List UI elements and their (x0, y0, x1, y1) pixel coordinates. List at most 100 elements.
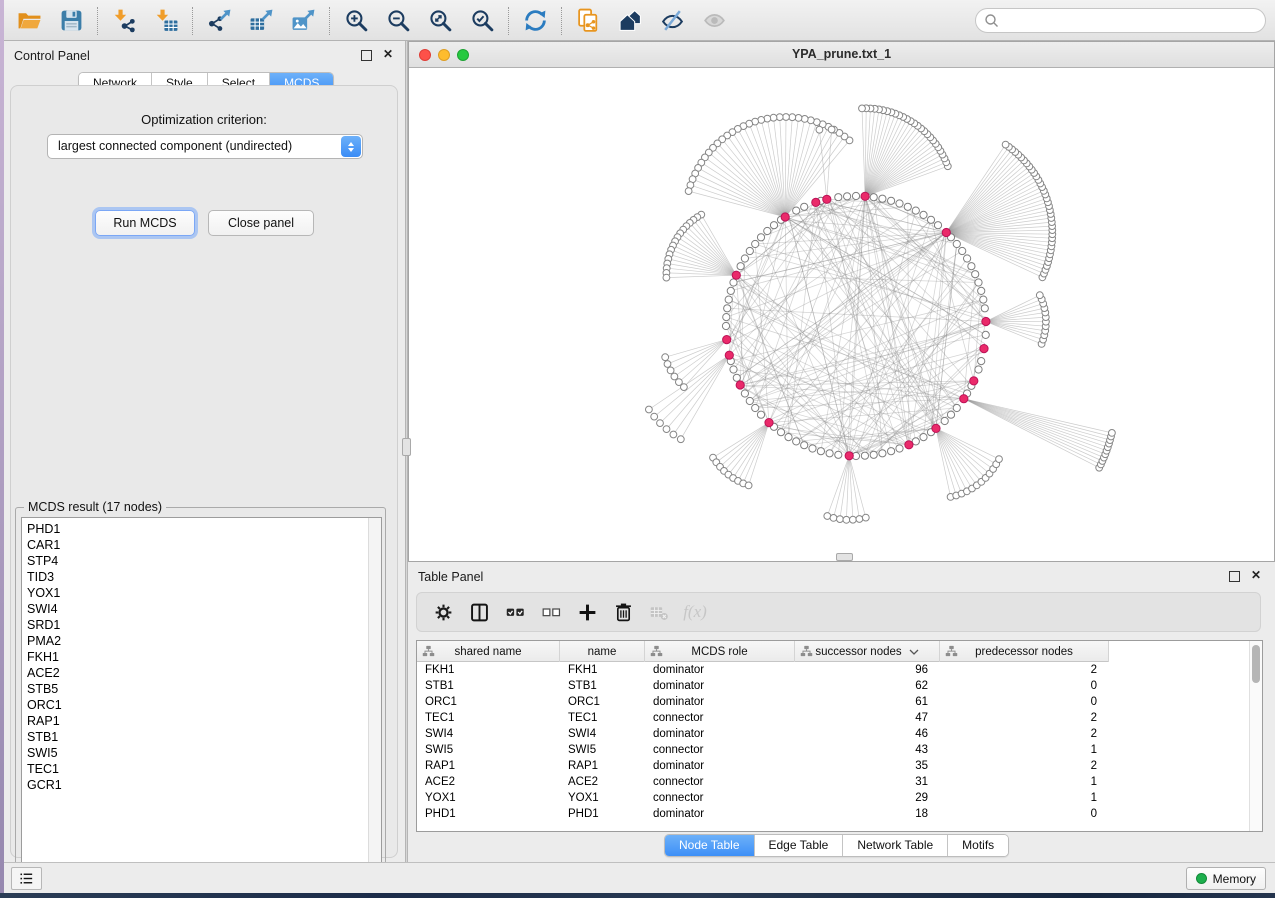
delete-column-button[interactable] (605, 596, 641, 628)
table-cell: ORC1 (560, 694, 645, 710)
mcds-result-item[interactable]: STB1 (22, 729, 381, 745)
deselect-all-button[interactable] (533, 596, 569, 628)
table-panel-close-icon[interactable]: ✕ (1251, 568, 1261, 582)
table-cell: ACE2 (560, 774, 645, 790)
table-cell: YOX1 (417, 790, 560, 806)
show-columns-button[interactable] (461, 596, 497, 628)
table-row[interactable]: TEC1TEC1connector472 (417, 710, 1250, 726)
table-row[interactable]: ACE2ACE2connector311 (417, 774, 1250, 790)
table-cell: dominator (645, 806, 795, 822)
mcds-result-item[interactable]: PHD1 (22, 521, 381, 537)
mcds-result-item[interactable]: SWI4 (22, 601, 381, 617)
table-cell: 29 (795, 790, 940, 806)
table-panel-float-icon[interactable] (1229, 571, 1240, 582)
list-icon (18, 870, 35, 887)
delete-column-icon (613, 602, 634, 623)
mcds-result-item[interactable]: GCR1 (22, 777, 381, 793)
table-cell: 35 (795, 758, 940, 774)
search-box[interactable] (975, 8, 1266, 33)
table-cell: ORC1 (417, 694, 560, 710)
refresh-view-button[interactable] (514, 4, 556, 37)
select-all-button[interactable] (497, 596, 533, 628)
table-scrollbar[interactable] (1249, 641, 1262, 831)
mcds-result-item[interactable]: STB5 (22, 681, 381, 697)
node-table-rows: FKH1FKH1dominator962STB1STB1dominator620… (417, 662, 1250, 822)
table-row[interactable]: SWI4SWI4dominator462 (417, 726, 1250, 742)
mcds-result-item[interactable]: TEC1 (22, 761, 381, 777)
export-table-button[interactable] (240, 4, 282, 37)
criterion-dropdown[interactable]: largest connected component (undirected) (47, 134, 363, 159)
column-header-predecessor-nodes[interactable]: predecessor nodes (940, 641, 1109, 662)
horizontal-splitter-handle[interactable] (836, 553, 853, 561)
export-network-button[interactable] (198, 4, 240, 37)
show-panels-button[interactable] (11, 867, 42, 890)
table-row[interactable]: FKH1FKH1dominator962 (417, 662, 1250, 678)
add-column-button[interactable] (569, 596, 605, 628)
zoom-fit-button[interactable] (419, 4, 461, 37)
mcds-result-item[interactable]: TID3 (22, 569, 381, 585)
run-mcds-button[interactable]: Run MCDS (95, 210, 195, 236)
dropdown-stepper-icon (341, 136, 361, 157)
column-header-shared-name[interactable]: shared name (417, 641, 560, 662)
table-cell: 2 (940, 758, 1109, 774)
table-cell: 1 (940, 742, 1109, 758)
control-panel-close-icon[interactable]: ✕ (383, 47, 393, 61)
import-table-button[interactable] (145, 4, 187, 37)
folder-open-icon (17, 8, 42, 33)
table-row[interactable]: STB1STB1dominator620 (417, 678, 1250, 694)
control-panel-float-icon[interactable] (361, 50, 372, 61)
mcds-list-scrollbar[interactable] (368, 518, 381, 876)
zoom-in-button[interactable] (335, 4, 377, 37)
mcds-panel: Optimization criterion: largest connecte… (10, 85, 398, 858)
tab-edge-table[interactable]: Edge Table (755, 835, 844, 856)
mcds-result-item[interactable]: ORC1 (22, 697, 381, 713)
network-canvas[interactable] (409, 68, 1274, 561)
mcds-result-item[interactable]: ACE2 (22, 665, 381, 681)
import-network-button[interactable] (103, 4, 145, 37)
import-network-icon (112, 8, 137, 33)
table-row[interactable]: ORC1ORC1dominator610 (417, 694, 1250, 710)
network-overview-button[interactable] (567, 4, 609, 37)
column-header-successor-nodes[interactable]: successor nodes (795, 641, 940, 662)
optimization-criterion-label: Optimization criterion: (11, 112, 397, 127)
show-hidden-button[interactable] (693, 4, 735, 37)
mcds-result-groupbox: MCDS result (17 nodes) PHD1CAR1STP4TID3Y… (15, 507, 386, 881)
zoom-out-button[interactable] (377, 4, 419, 37)
search-input[interactable] (999, 11, 1265, 31)
column-header-MCDS-role[interactable]: MCDS role (645, 641, 795, 662)
mcds-result-item[interactable]: YOX1 (22, 585, 381, 601)
tab-motifs[interactable]: Motifs (948, 835, 1008, 856)
close-panel-button[interactable]: Close panel (208, 210, 314, 236)
open-session-button[interactable] (8, 4, 50, 37)
table-scrollbar-thumb[interactable] (1252, 645, 1260, 683)
table-row[interactable]: YOX1YOX1connector291 (417, 790, 1250, 806)
memory-status-icon (1196, 873, 1207, 884)
tab-node-table[interactable]: Node Table (665, 835, 755, 856)
zoom-selected-button[interactable] (461, 4, 503, 37)
tab-network-table[interactable]: Network Table (843, 835, 948, 856)
table-cell: connector (645, 774, 795, 790)
table-row[interactable]: PHD1PHD1dominator180 (417, 806, 1250, 822)
first-neighbors-button[interactable] (609, 4, 651, 37)
mcds-result-item[interactable]: SRD1 (22, 617, 381, 633)
mcds-result-item[interactable]: STP4 (22, 553, 381, 569)
mcds-result-item[interactable]: CAR1 (22, 537, 381, 553)
mcds-result-item[interactable]: PMA2 (22, 633, 381, 649)
toolbar-separator (192, 7, 193, 35)
mcds-result-list[interactable]: PHD1CAR1STP4TID3YOX1SWI4SRD1PMA2FKH1ACE2… (21, 517, 382, 877)
memory-button[interactable]: Memory (1186, 867, 1266, 890)
column-label: predecessor nodes (975, 646, 1073, 658)
table-row[interactable]: SWI5SWI5connector431 (417, 742, 1250, 758)
vertical-splitter-handle[interactable] (402, 438, 411, 456)
mcds-result-item[interactable]: FKH1 (22, 649, 381, 665)
mcds-result-item[interactable]: SWI5 (22, 745, 381, 761)
table-settings-button[interactable] (425, 596, 461, 628)
table-cell: 31 (795, 774, 940, 790)
table-row[interactable]: RAP1RAP1dominator352 (417, 758, 1250, 774)
mcds-result-item[interactable]: RAP1 (22, 713, 381, 729)
save-session-button[interactable] (50, 4, 92, 37)
column-header-name[interactable]: name (560, 641, 645, 662)
table-cell: SWI4 (417, 726, 560, 742)
hide-selected-button[interactable] (651, 4, 693, 37)
export-image-button[interactable] (282, 4, 324, 37)
